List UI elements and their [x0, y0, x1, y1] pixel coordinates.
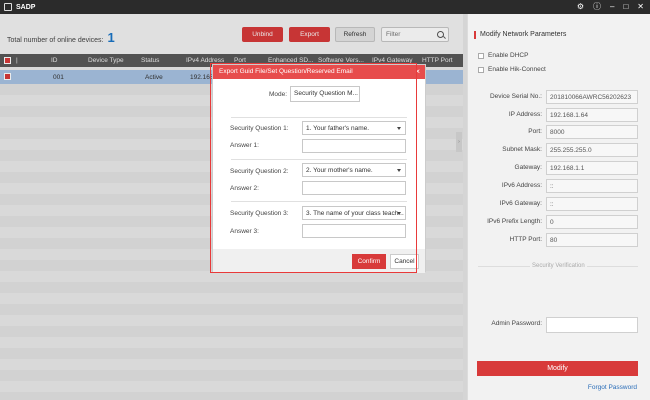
- subnet-mask-field: Subnet Mask: 255.255.255.0: [468, 143, 650, 157]
- ipv6-gateway-input[interactable]: ::: [546, 197, 638, 211]
- mode-label: Mode:: [269, 91, 288, 98]
- question-1-select[interactable]: 1. Your father's name.: [302, 121, 406, 135]
- enable-dhcp-checkbox[interactable]: Enable DHCP: [478, 52, 528, 59]
- admin-password-input[interactable]: [546, 317, 638, 333]
- serial-value: 201810066AWRC56202623: [546, 90, 638, 104]
- question-1-label: Security Question 1:: [230, 125, 289, 132]
- forgot-password-link[interactable]: Forgot Password: [588, 384, 637, 391]
- ipv6-prefix-field: IPv6 Prefix Length: 0: [468, 215, 650, 229]
- answer-3-label: Answer 3:: [230, 228, 259, 235]
- checkbox-box[interactable]: [478, 66, 484, 73]
- ipv6-prefix-input[interactable]: 0: [546, 215, 638, 229]
- gear-icon[interactable]: ⚙: [577, 2, 584, 12]
- close-icon[interactable]: ✕: [637, 2, 644, 12]
- divider: [231, 117, 407, 118]
- ip-address-input[interactable]: 192.168.1.64: [546, 108, 638, 122]
- answer-3-input[interactable]: [302, 224, 406, 238]
- answer-2-input[interactable]: [302, 181, 406, 195]
- modify-button[interactable]: Modify: [477, 361, 638, 376]
- dialog-body: Mode: Security Question M... Security Qu…: [213, 79, 425, 273]
- export-guid-dialog: Export Guid File/Set Question/Reserved E…: [212, 64, 426, 273]
- question-2-select[interactable]: 2. Your mother's name.: [302, 163, 406, 177]
- info-icon[interactable]: ⓘ: [593, 2, 601, 12]
- checkbox-box[interactable]: [478, 52, 484, 59]
- minimize-icon[interactable]: –: [610, 2, 614, 12]
- dialog-header: Export Guid File/Set Question/Reserved E…: [213, 65, 425, 79]
- chevron-down-icon: [397, 127, 401, 130]
- app-logo-icon: [4, 3, 12, 11]
- gateway-field: Gateway: 192.168.1.1: [468, 161, 650, 175]
- divider: [231, 201, 407, 202]
- cancel-button[interactable]: Cancel: [390, 254, 419, 269]
- window-controls: ⚙ ⓘ – □ ✕: [577, 2, 644, 12]
- chevron-down-icon: [397, 212, 401, 215]
- subnet-mask-input[interactable]: 255.255.255.0: [546, 143, 638, 157]
- gateway-input[interactable]: 192.168.1.1: [546, 161, 638, 175]
- dialog-footer: Confirm Cancel: [213, 249, 425, 273]
- app-title: SADP: [16, 3, 36, 11]
- mode-select[interactable]: Security Question M...: [290, 86, 360, 102]
- http-port-field: HTTP Port: 80: [468, 233, 650, 247]
- chevron-down-icon: [397, 169, 401, 172]
- ipv6-address-field: IPv6 Address: ::: [468, 179, 650, 193]
- network-parameters-panel: Modify Network Parameters Enable DHCP En…: [467, 14, 650, 400]
- serial-field: Device Serial No.: 201810066AWRC56202623: [468, 90, 650, 104]
- answer-1-input[interactable]: [302, 139, 406, 153]
- answer-1-label: Answer 1:: [230, 142, 259, 149]
- confirm-button[interactable]: Confirm: [352, 254, 386, 269]
- enable-hik-connect-checkbox[interactable]: Enable Hik-Connect: [478, 66, 546, 73]
- port-input[interactable]: 8000: [546, 125, 638, 139]
- panel-title: Modify Network Parameters: [474, 31, 566, 39]
- question-3-select[interactable]: 3. The name of your class teach...: [302, 206, 406, 220]
- admin-password-field: Admin Password:: [468, 317, 650, 333]
- question-2-label: Security Question 2:: [230, 168, 289, 175]
- divider: [231, 159, 407, 160]
- security-verification-label: Security Verification: [530, 263, 587, 269]
- http-port-input[interactable]: 80: [546, 233, 638, 247]
- port-field: Port: 8000: [468, 125, 650, 139]
- ipv6-gateway-field: IPv6 Gateway: ::: [468, 197, 650, 211]
- dialog-title: Export Guid File/Set Question/Reserved E…: [219, 68, 353, 75]
- question-3-label: Security Question 3:: [230, 210, 289, 217]
- ipv6-address-input[interactable]: ::: [546, 179, 638, 193]
- title-bar: SADP ⚙ ⓘ – □ ✕: [0, 0, 650, 14]
- close-icon[interactable]: ×: [415, 67, 420, 76]
- ip-address-field: IP Address: 192.168.1.64: [468, 108, 650, 122]
- answer-2-label: Answer 2:: [230, 185, 259, 192]
- maximize-icon[interactable]: □: [623, 2, 628, 12]
